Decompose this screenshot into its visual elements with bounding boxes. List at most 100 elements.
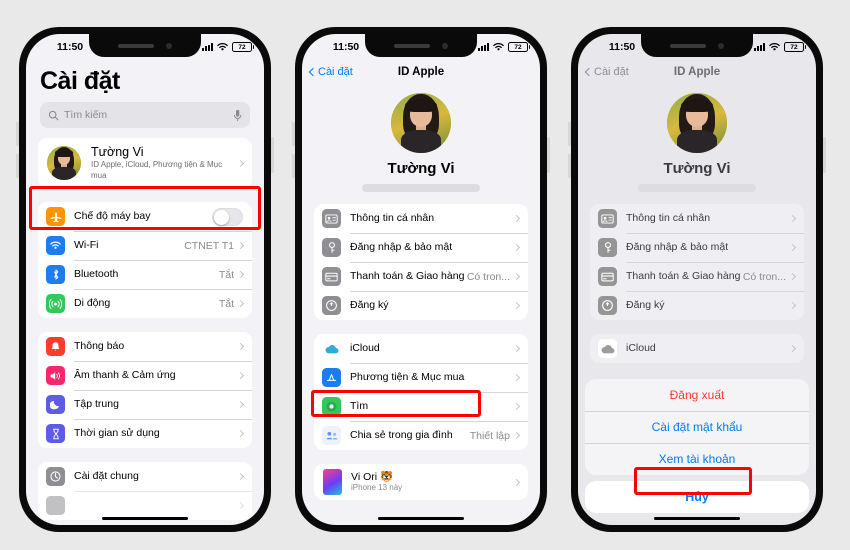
settings-row-bluetooth[interactable]: Bluetooth Tắt (38, 260, 252, 289)
row-label: Đăng nhập & bảo mật (626, 240, 729, 253)
volume-down-button[interactable] (568, 154, 571, 178)
phone-2-apple-id: 11:50 72 Cài đặt ID Apple Tường Vi Thông… (292, 27, 550, 532)
microphone-icon[interactable] (233, 109, 242, 122)
chevron-right-icon (512, 373, 521, 382)
gear-icon (46, 467, 65, 487)
home-indicator[interactable] (654, 516, 740, 520)
chevron-right-icon (236, 300, 245, 308)
volume-down-button[interactable] (16, 154, 19, 178)
action-view-account[interactable]: Xem tài khoản (585, 443, 809, 475)
credit-card-icon (598, 267, 617, 286)
row-payment-shipping[interactable]: Thanh toán & Giao hàng Có tron... (314, 262, 528, 291)
row-icloud[interactable]: iCloud (590, 334, 804, 363)
device-row[interactable]: Vi Ori 🐯 iPhone 13 này (314, 464, 528, 500)
settings-row-general[interactable]: Cài đặt chung (38, 462, 252, 491)
back-button[interactable]: Cài đặt (584, 66, 629, 78)
airplane-mode-toggle[interactable] (212, 207, 243, 226)
row-label: Thông tin cá nhân (350, 211, 435, 224)
row-label: Thanh toán & Giao hàng (626, 269, 741, 282)
cellular-icon (754, 43, 765, 51)
row-signin-security[interactable]: Đăng nhập & bảo mật (590, 233, 804, 262)
chevron-right-icon (236, 242, 245, 250)
earpiece-speaker (118, 43, 154, 48)
volume-down-button[interactable] (292, 154, 295, 178)
notch (365, 34, 477, 57)
home-indicator[interactable] (378, 516, 464, 520)
status-indicators: 72 (754, 39, 806, 52)
settings-label: Tập trung (74, 398, 119, 411)
row-label: iCloud (350, 341, 380, 354)
settings-row-cellular[interactable]: Di động Tắt (38, 289, 252, 318)
row-media-purchases[interactable]: Phương tiện & Mục mua (314, 363, 528, 392)
profile-name: Tường Vi (91, 145, 144, 159)
front-camera (442, 42, 448, 49)
account-email-redacted (638, 184, 756, 192)
account-header: Tường Vi (302, 87, 540, 204)
settings-row-focus[interactable]: Tập trung (38, 390, 252, 419)
row-find-my[interactable]: Tìm (314, 392, 528, 421)
row-label: Thanh toán & Giao hàng (350, 269, 465, 282)
chevron-right-icon (512, 344, 521, 353)
row-value: Thiết lập (469, 429, 510, 442)
battery-icon: 72 (508, 42, 530, 52)
power-button[interactable] (547, 137, 550, 173)
iphone-icon (323, 469, 342, 495)
front-camera (718, 42, 724, 49)
cellular-icon (202, 43, 213, 51)
action-cancel[interactable]: Hủy (585, 481, 809, 513)
home-indicator[interactable] (102, 516, 188, 520)
settings-row-airplane-mode[interactable]: Chế độ máy bay (38, 202, 252, 231)
find-my-icon (322, 397, 341, 416)
action-sign-out[interactable]: Đăng xuất (585, 379, 809, 411)
chevron-right-icon (788, 272, 797, 281)
avatar[interactable] (391, 93, 451, 153)
row-personal-info[interactable]: Thông tin cá nhân (590, 204, 804, 233)
action-password-settings[interactable]: Cài đặt mật khẩu (585, 411, 809, 443)
settings-row-wifi[interactable]: Wi-Fi CTNET T1 (38, 231, 252, 260)
row-signin-security[interactable]: Đăng nhập & bảo mật (314, 233, 528, 262)
chevron-right-icon (236, 473, 245, 481)
moon-icon (46, 395, 65, 415)
chevron-right-icon (512, 402, 521, 411)
settings-value: Tắt (218, 297, 234, 310)
chevron-right-icon (236, 430, 245, 438)
row-subscriptions[interactable]: Đăng ký (314, 291, 528, 320)
phone-2-content: Cài đặt ID Apple Tường Vi Thông tin cá n… (302, 57, 540, 525)
volume-up-button[interactable] (568, 122, 571, 146)
avatar[interactable] (667, 93, 727, 153)
chevron-right-icon (512, 243, 521, 252)
row-subscriptions[interactable]: Đăng ký (590, 291, 804, 320)
row-family-sharing[interactable]: Chia sẻ trong gia đình Thiết lập (314, 421, 528, 450)
row-payment-shipping[interactable]: Thanh toán & Giao hàng Có tron... (590, 262, 804, 291)
earpiece-speaker (670, 43, 706, 48)
row-icloud[interactable]: iCloud (314, 334, 528, 363)
earpiece-speaker (394, 43, 430, 48)
device-texts: Vi Ori 🐯 iPhone 13 này (351, 471, 514, 494)
volume-up-button[interactable] (292, 122, 295, 146)
page-title: Cài đặt (40, 67, 120, 95)
power-button[interactable] (823, 137, 826, 173)
search-input[interactable]: Tìm kiếm (40, 102, 250, 128)
chevron-left-icon (584, 67, 594, 77)
phone-2-screen: 11:50 72 Cài đặt ID Apple Tường Vi Thông… (302, 34, 540, 525)
settings-row-screen-time[interactable]: Thời gian sử dụng (38, 419, 252, 448)
account-header: Tường Vi (578, 87, 816, 204)
chevron-right-icon (236, 502, 245, 510)
status-indicators: 72 (202, 39, 254, 52)
notch (641, 34, 753, 57)
volume-up-button[interactable] (16, 122, 19, 146)
power-button[interactable] (271, 137, 274, 173)
apple-id-profile-row[interactable]: Tường Vi ID Apple, iCloud, Phương tiện &… (38, 138, 252, 189)
row-label: Phương tiện & Mục mua (350, 370, 465, 383)
chevron-right-icon (788, 243, 797, 252)
row-value: Có tron... (742, 270, 786, 283)
settings-row-notifications[interactable]: Thông báo (38, 332, 252, 361)
row-personal-info[interactable]: Thông tin cá nhân (314, 204, 528, 233)
settings-row-sounds[interactable]: Âm thanh & Cảm ứng (38, 361, 252, 390)
settings-label: Wi-Fi (74, 239, 99, 252)
back-button[interactable]: Cài đặt (308, 66, 353, 78)
row-label: iCloud (626, 341, 656, 354)
battery-level: 72 (790, 43, 798, 51)
services-group: iCloud (590, 334, 804, 363)
account-name: Tường Vi (663, 160, 731, 177)
